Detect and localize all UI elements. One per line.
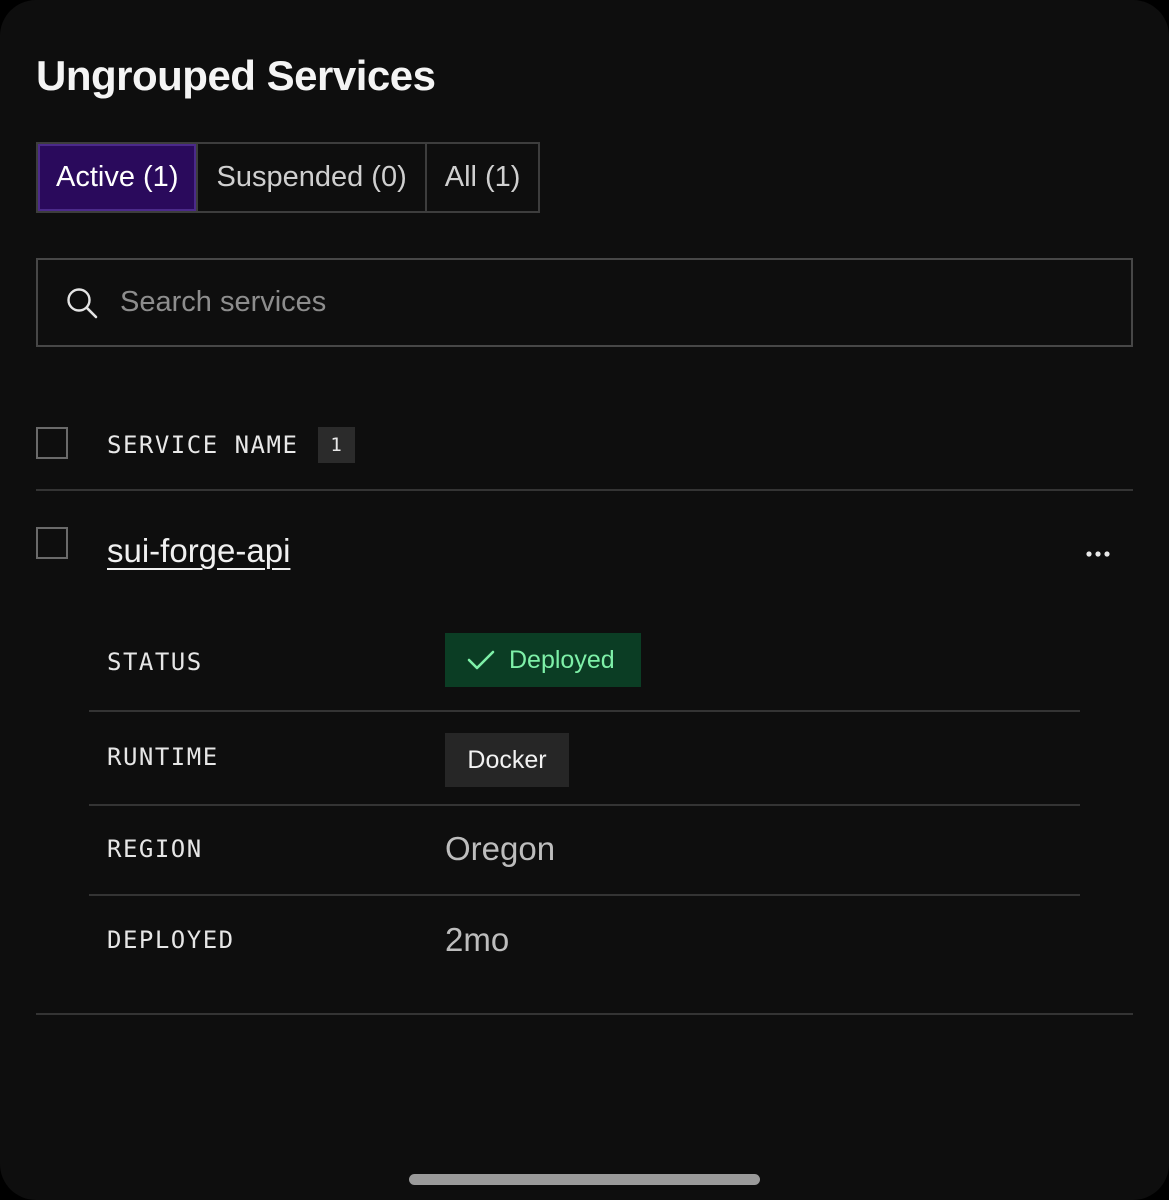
tab-all[interactable]: All (1) — [424, 144, 539, 211]
search-icon — [64, 285, 100, 321]
search-input[interactable] — [118, 259, 1131, 346]
runtime-badge: Docker — [445, 733, 569, 787]
detail-divider — [89, 710, 1080, 712]
detail-divider — [89, 894, 1080, 896]
region-label: REGION — [107, 835, 203, 863]
more-horizontal-icon — [1085, 545, 1111, 563]
select-all-checkbox[interactable] — [36, 427, 68, 459]
column-header-label: SERVICE NAME — [107, 431, 299, 459]
runtime-label: RUNTIME — [107, 743, 219, 771]
services-screen: Ungrouped Services Active (1) Suspended … — [0, 0, 1169, 1200]
page-title: Ungrouped Services — [36, 52, 436, 99]
header-divider — [36, 489, 1133, 491]
status-label: STATUS — [107, 648, 203, 676]
region-value: Oregon — [445, 830, 556, 867]
status-text: Deployed — [509, 645, 615, 674]
row-divider — [36, 1013, 1133, 1015]
service-name-link[interactable]: sui-forge-api — [107, 532, 290, 570]
status-filter-tabs: Active (1) Suspended (0) All (1) — [36, 142, 541, 213]
status-badge: Deployed — [445, 633, 641, 687]
check-icon — [467, 645, 497, 675]
home-indicator[interactable] — [409, 1174, 760, 1185]
deployed-label: DEPLOYED — [107, 926, 235, 954]
service-count-badge: 1 — [318, 427, 356, 463]
row-checkbox[interactable] — [36, 527, 68, 559]
detail-divider — [89, 804, 1080, 806]
more-options-button[interactable] — [1079, 538, 1117, 570]
search-box[interactable] — [36, 258, 1133, 347]
tab-suspended[interactable]: Suspended (0) — [196, 144, 424, 211]
service-name-column-header[interactable]: SERVICE NAME 1 — [107, 427, 356, 463]
deployed-value: 2mo — [445, 921, 510, 958]
tab-active[interactable]: Active (1) — [38, 144, 197, 211]
